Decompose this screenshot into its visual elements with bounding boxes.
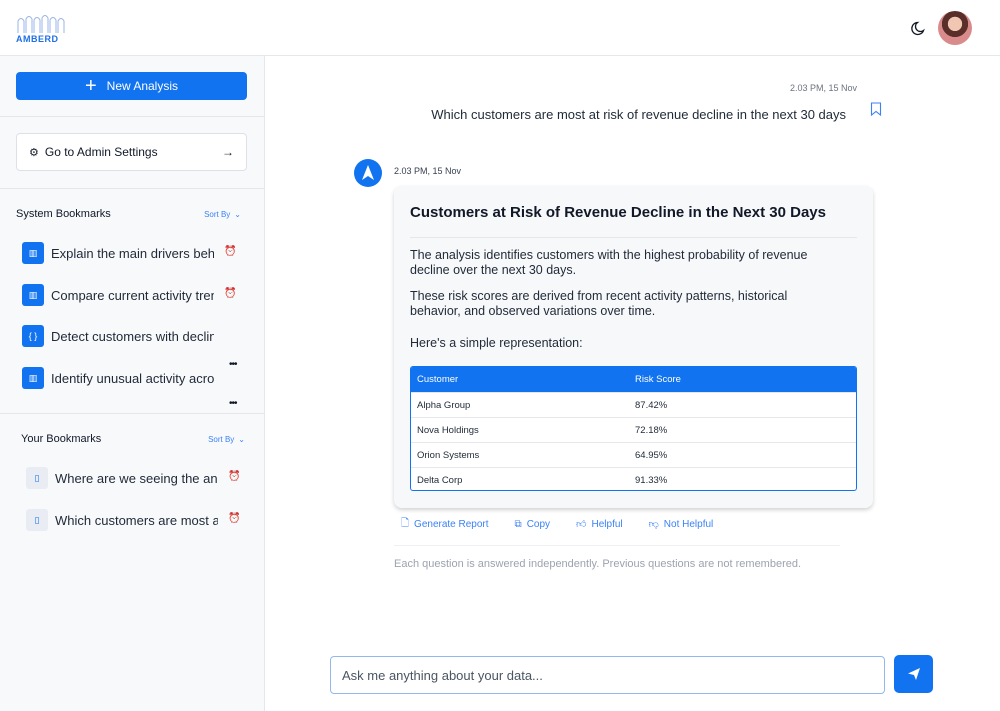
your-bookmarks-header: Your Bookmarks Sort By ⌄ xyxy=(21,433,245,445)
chart-icon: ▥ xyxy=(22,242,44,264)
alarm-icon[interactable]: ⏰ xyxy=(224,246,236,257)
system-bookmark-item[interactable]: { } Detect customers with declining xyxy=(22,325,242,347)
new-analysis-label: New Analysis xyxy=(106,79,179,93)
admin-settings-button[interactable]: ⚙ Go to Admin Settings → xyxy=(16,133,247,171)
column-header-customer: Customer xyxy=(417,374,459,385)
table-row: Orion Systems 64.95% xyxy=(411,442,856,467)
bookmark-label: Compare current activity trends xyxy=(51,287,214,303)
user-avatar[interactable] xyxy=(938,11,972,45)
copy-label: Copy xyxy=(526,518,551,530)
send-icon xyxy=(907,668,920,680)
chat-input[interactable]: Ask me anything about your data... xyxy=(330,656,885,694)
table-row: Alpha Group 87.42% xyxy=(411,392,856,417)
alarm-icon[interactable]: ⏰ xyxy=(228,471,240,482)
customer-cell: Delta Corp xyxy=(417,474,463,486)
helpful-label: Helpful xyxy=(591,518,623,530)
bookmark-label: Explain the main drivers behind xyxy=(51,245,214,261)
generate-report-label: Generate Report xyxy=(414,518,489,530)
chevron-down-icon: ⌄ xyxy=(238,434,245,444)
code-icon: { } xyxy=(22,325,44,347)
sidebar: + New Analysis ⚙ Go to Admin Settings → … xyxy=(0,56,265,711)
response-paragraph: The analysis identifies customers with t… xyxy=(410,248,808,277)
bookmark-icon: ▯ xyxy=(26,467,48,489)
divider xyxy=(410,237,857,238)
alarm-active-icon[interactable]: ⏰ xyxy=(228,513,240,524)
chat-input-placeholder: Ask me anything about your data... xyxy=(342,667,543,683)
admin-settings-label: Go to Admin Settings xyxy=(44,145,158,159)
system-bookmarks-title: System Bookmarks xyxy=(16,208,111,220)
document-icon: 🗋 xyxy=(401,517,410,529)
more-options-icon[interactable]: ••• xyxy=(229,398,237,409)
bookmark-label: Where are we seeing the anomalies xyxy=(55,470,218,486)
send-button[interactable] xyxy=(894,655,933,693)
generate-report-button[interactable]: 🗋 Generate Report xyxy=(401,516,489,533)
table-row: Nova Holdings 72.18% xyxy=(411,417,856,442)
risk-score-cell: 72.18% xyxy=(635,424,668,436)
bookmark-icon: ▯ xyxy=(26,509,48,531)
user-message-timestamp: 2.03 PM, 15 Nov xyxy=(789,83,857,93)
table-header: Customer Risk Score xyxy=(411,367,856,392)
customer-cell: Orion Systems xyxy=(417,449,480,461)
thumbs-up-icon: 👍︎ xyxy=(576,519,587,530)
response-actions: 🗋 Generate Report ⧉ Copy 👍︎ Helpful 👎︎ N… xyxy=(401,517,739,531)
table-row: Delta Corp 91.33% xyxy=(411,467,856,490)
user-question: Which customers are most at risk of reve… xyxy=(431,107,846,122)
risk-table: Customer Risk Score Alpha Group 87.42% N… xyxy=(410,366,857,491)
bookmark-label: Identify unusual activity across xyxy=(51,370,214,386)
top-bar: AMBERD xyxy=(0,0,1000,56)
bot-avatar xyxy=(354,159,382,187)
new-analysis-button[interactable]: + New Analysis xyxy=(16,72,247,100)
arrow-right-icon: → xyxy=(222,145,234,159)
disclaimer-text: Each question is answered independently.… xyxy=(394,558,802,570)
bot-message-timestamp: 2.03 PM, 15 Nov xyxy=(394,166,462,176)
your-bookmark-item[interactable]: ▯ Where are we seeing the anomalies ⏰ xyxy=(26,467,246,489)
response-card: Customers at Risk of Revenue Decline in … xyxy=(394,186,873,508)
response-title: Customers at Risk of Revenue Decline in … xyxy=(410,204,826,221)
plus-icon: + xyxy=(84,75,97,97)
response-paragraph: Here's a simple representation: xyxy=(410,336,583,350)
moon-icon[interactable] xyxy=(910,19,928,37)
chart-icon: ▥ xyxy=(22,367,44,389)
logo[interactable]: AMBERD xyxy=(16,14,68,44)
system-bookmark-item[interactable]: ▥ Explain the main drivers behind ⏰ xyxy=(22,242,242,264)
divider xyxy=(0,188,265,189)
not-helpful-label: Not Helpful xyxy=(663,518,714,530)
gear-icon: ⚙ xyxy=(29,146,39,159)
chevron-down-icon: ⌄ xyxy=(234,209,241,219)
sort-by-label: Sort By xyxy=(204,209,231,219)
thumbs-down-icon: 👎︎ xyxy=(648,519,659,530)
chart-icon: ▥ xyxy=(22,284,44,306)
not-helpful-button[interactable]: 👎︎ Not Helpful xyxy=(648,518,714,531)
bookmark-label: Detect customers with declining xyxy=(51,328,214,344)
copy-button[interactable]: ⧉ Copy xyxy=(515,519,551,530)
system-sort-by[interactable]: Sort By ⌄ xyxy=(204,210,241,219)
response-paragraph: These risk scores are derived from recen… xyxy=(410,289,788,318)
bookmark-label: Which customers are most at risk xyxy=(55,512,218,528)
your-sort-by[interactable]: Sort By ⌄ xyxy=(208,435,245,444)
assistant-logo-icon xyxy=(362,165,374,180)
system-bookmarks-header: System Bookmarks Sort By ⌄ xyxy=(16,208,241,220)
your-bookmarks-title: Your Bookmarks xyxy=(21,433,102,445)
customer-cell: Nova Holdings xyxy=(417,424,479,436)
bookmark-icon[interactable] xyxy=(870,102,882,116)
your-bookmark-item[interactable]: ▯ Which customers are most at risk ⏰ xyxy=(26,509,246,531)
alarm-icon[interactable]: ⏰ xyxy=(224,288,236,299)
chat-area: 2.03 PM, 15 Nov Which customers are most… xyxy=(265,56,1000,711)
logo-skyline-icon xyxy=(17,15,65,33)
risk-score-cell: 91.33% xyxy=(635,474,668,486)
sort-by-label: Sort By xyxy=(208,434,235,444)
helpful-button[interactable]: 👍︎ Helpful xyxy=(576,518,623,531)
risk-score-cell: 64.95% xyxy=(635,449,668,461)
logo-text: AMBERD xyxy=(16,34,59,44)
divider xyxy=(0,116,265,117)
customer-cell: Alpha Group xyxy=(417,399,471,411)
divider xyxy=(394,545,840,546)
system-bookmark-item[interactable]: ▥ Identify unusual activity across xyxy=(22,367,242,389)
system-bookmark-item[interactable]: ▥ Compare current activity trends ⏰ xyxy=(22,284,242,306)
column-header-risk-score: Risk Score xyxy=(635,374,681,385)
divider xyxy=(0,413,265,414)
risk-score-cell: 87.42% xyxy=(635,399,668,411)
copy-icon: ⧉ xyxy=(514,518,522,530)
